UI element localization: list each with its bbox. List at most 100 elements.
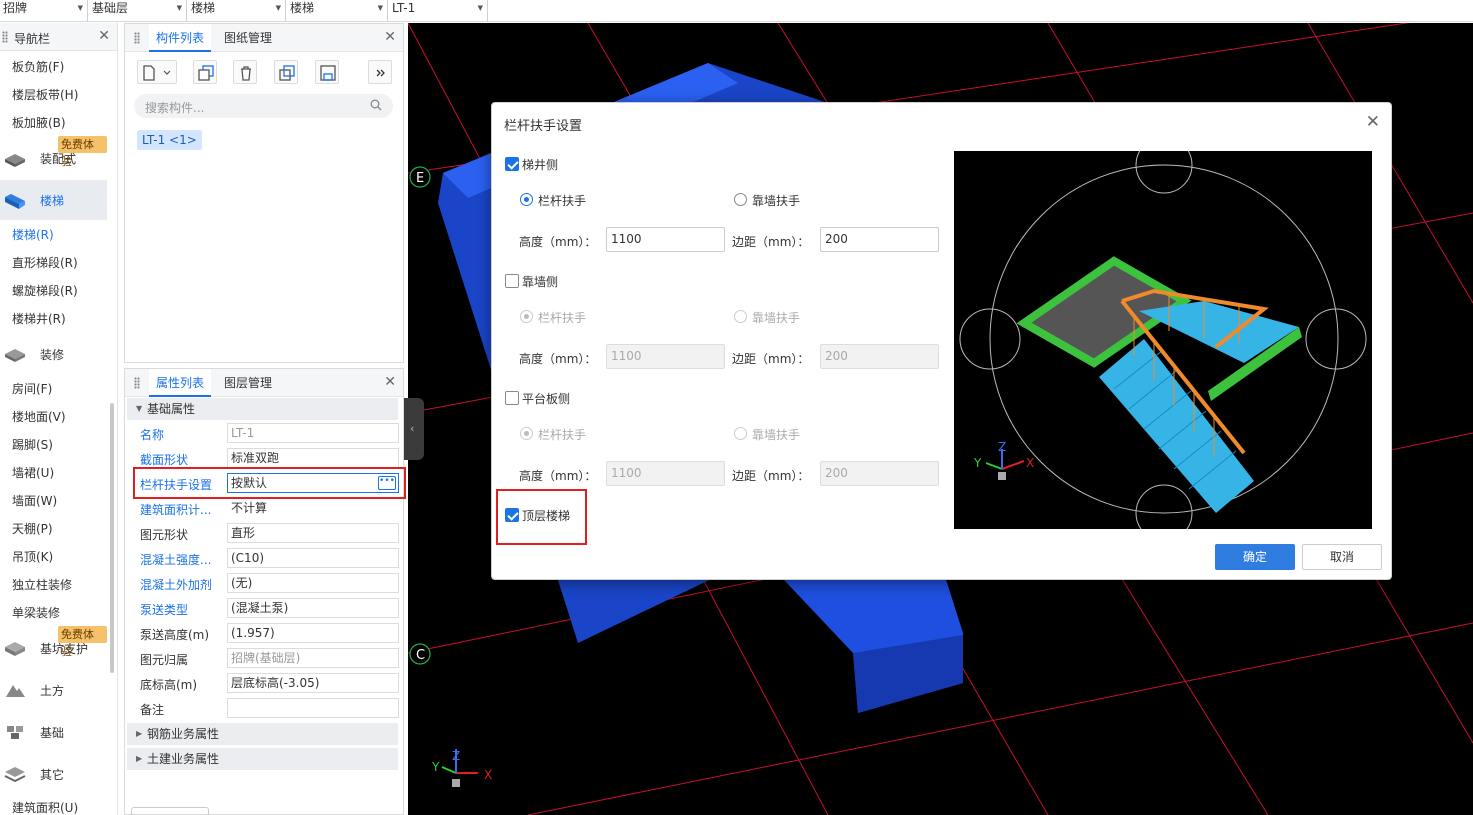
property-row[interactable]: 混凝土强度... (C10) [127, 546, 399, 571]
sec3-margin-input[interactable]: 200 [820, 461, 939, 486]
sec1-wall-radio[interactable] [734, 193, 747, 206]
property-value[interactable]: 不计算 [227, 498, 399, 518]
property-value[interactable]: (1.957) [227, 623, 399, 643]
property-value[interactable] [227, 698, 399, 718]
property-value[interactable]: 招牌(基础层) [227, 648, 399, 668]
copy-button[interactable] [193, 60, 217, 84]
property-row[interactable]: 建筑面积计... 不计算 [127, 496, 399, 521]
property-key: 混凝土强度... [140, 553, 212, 567]
sec2-height-input[interactable]: 1100 [606, 344, 725, 369]
layer-select[interactable]: 基础层 ▼ [89, 0, 187, 21]
nav-item[interactable]: 板加腋(B) [12, 114, 66, 132]
sec2-railing-radio[interactable] [520, 310, 533, 323]
save-button[interactable] [315, 60, 339, 84]
close-icon[interactable]: ✕ [98, 28, 110, 44]
category-select[interactable]: 楼梯 ▼ [188, 0, 286, 21]
tab-component-list[interactable]: 构件列表 [149, 24, 212, 52]
sec2-margin-input[interactable]: 200 [820, 344, 939, 369]
nav-item[interactable]: 楼层板带(H) [12, 86, 78, 104]
drag-handle-icon[interactable] [2, 31, 8, 43]
component-select[interactable]: LT-1 ▼ [389, 0, 488, 21]
drag-handle-icon[interactable] [134, 32, 140, 44]
property-row[interactable]: 底标高(m) 层底标高(-3.05) [127, 671, 399, 696]
nav-scrollbar[interactable] [110, 403, 114, 673]
property-row[interactable]: 混凝土外加剂 (无) [127, 571, 399, 596]
nav-category-earth[interactable]: 土方 [0, 670, 107, 710]
nav-category-foundation[interactable]: 基础 [0, 712, 107, 752]
copy-to-floor-button[interactable] [274, 60, 298, 84]
nav-item[interactable]: 板负筋(F) [12, 58, 64, 76]
property-row[interactable]: 泵送类型 (混凝土泵) [127, 596, 399, 621]
group-civil-properties[interactable]: ▶ 土建业务属性 [127, 748, 398, 770]
property-key: 备注 [140, 703, 165, 717]
nav-category-prefab[interactable]: 装配式 免费体验 [0, 136, 107, 178]
drag-handle-icon[interactable] [134, 377, 140, 389]
stairwell-side-checkbox[interactable] [505, 157, 519, 171]
sec3-wall-radio[interactable] [734, 427, 747, 440]
nav-item-active[interactable]: 楼梯(R) [12, 226, 54, 244]
component-search-input[interactable]: 搜索构件... [134, 94, 393, 118]
ok-button[interactable]: 确定 [1215, 544, 1295, 570]
close-icon[interactable]: ✕ [384, 374, 396, 390]
sec1-height-input[interactable]: 1100 [606, 227, 725, 252]
nav-item[interactable]: 吊顶(K) [12, 548, 53, 566]
nav-item[interactable]: 踢脚(S) [12, 436, 53, 454]
nav-category-pit[interactable]: 基坑支护 免费体验 [0, 626, 107, 668]
tab-property-list[interactable]: 属性列表 [149, 369, 212, 397]
nav-item[interactable]: 直形梯段(R) [12, 254, 78, 272]
tab-layer-management[interactable]: 图层管理 [217, 369, 279, 397]
copy-icon [198, 65, 214, 81]
new-component-button[interactable] [137, 60, 177, 84]
component-item[interactable]: LT-1 <1> [137, 130, 202, 150]
property-row[interactable]: 图元形状 直形 [127, 521, 399, 546]
delete-button[interactable] [233, 60, 257, 84]
nav-item[interactable]: 天棚(P) [12, 520, 53, 538]
nav-category-decor[interactable]: 装修 [0, 334, 107, 374]
property-value[interactable]: (无) [227, 573, 399, 593]
sec1-margin-input[interactable]: 200 [820, 227, 939, 252]
sec2-height-label: 高度（mm）： [519, 352, 597, 366]
property-value[interactable]: 层底标高(-3.05) [227, 673, 399, 693]
type-select[interactable]: 楼梯 ▼ [287, 0, 388, 21]
nav-item[interactable]: 墙面(W) [12, 492, 57, 510]
nav-item[interactable]: 独立柱装修 [12, 576, 72, 594]
cancel-button[interactable]: 取消 [1302, 544, 1382, 570]
component-select-value: LT-1 [392, 1, 416, 15]
wall-side-checkbox[interactable] [505, 274, 519, 288]
property-value[interactable]: 直形 [227, 523, 399, 543]
bottom-button-edge[interactable] [131, 807, 209, 815]
property-row[interactable]: 图元归属 招牌(基础层) [127, 646, 399, 671]
group-basic-properties[interactable]: ▼ 基础属性 [127, 398, 398, 420]
tab-drawing-management[interactable]: 图纸管理 [217, 24, 279, 52]
nav-item[interactable]: 房间(F) [12, 380, 52, 398]
nav-category-stairs[interactable]: 楼梯 [0, 180, 107, 220]
sec3-railing-radio[interactable] [520, 427, 533, 440]
group-label: 土建业务属性 [147, 752, 220, 766]
property-row[interactable]: 泵送高度(m) (1.957) [127, 621, 399, 646]
panel-collapse-handle[interactable]: ‹ [404, 398, 424, 460]
property-row[interactable]: 名称 LT-1 [127, 421, 399, 446]
property-value[interactable]: 标准双跑 [227, 448, 399, 468]
nav-item[interactable]: 墙裙(U) [12, 464, 54, 482]
property-value[interactable]: (C10) [227, 548, 399, 568]
nav-item[interactable]: 楼梯井(R) [12, 310, 66, 328]
nav-item[interactable]: 螺旋梯段(R) [12, 282, 78, 300]
nav-category-other[interactable]: 其它 [0, 754, 107, 794]
group-rebar-properties[interactable]: ▶ 钢筋业务属性 [127, 723, 398, 745]
nav-item[interactable]: 楼地面(V) [12, 408, 66, 426]
sec1-railing-radio[interactable] [520, 193, 533, 206]
sec2-wall-radio[interactable] [734, 310, 747, 323]
search-icon[interactable] [370, 99, 382, 111]
floor-select[interactable]: 招牌 ▼ [0, 0, 88, 21]
nav-item[interactable]: 单梁装修 [12, 604, 60, 622]
property-row[interactable]: 备注 [127, 696, 399, 721]
property-value[interactable]: LT-1 [227, 423, 399, 443]
close-icon[interactable]: ✕ [1366, 112, 1380, 132]
landing-side-checkbox[interactable] [505, 391, 519, 405]
more-tools-button[interactable] [368, 60, 392, 84]
highlight-railing-row [133, 467, 406, 499]
sec3-height-input[interactable]: 1100 [606, 461, 725, 486]
nav-item[interactable]: 建筑面积(U) [12, 799, 78, 815]
close-icon[interactable]: ✕ [384, 29, 396, 45]
property-value[interactable]: (混凝土泵) [227, 598, 399, 618]
